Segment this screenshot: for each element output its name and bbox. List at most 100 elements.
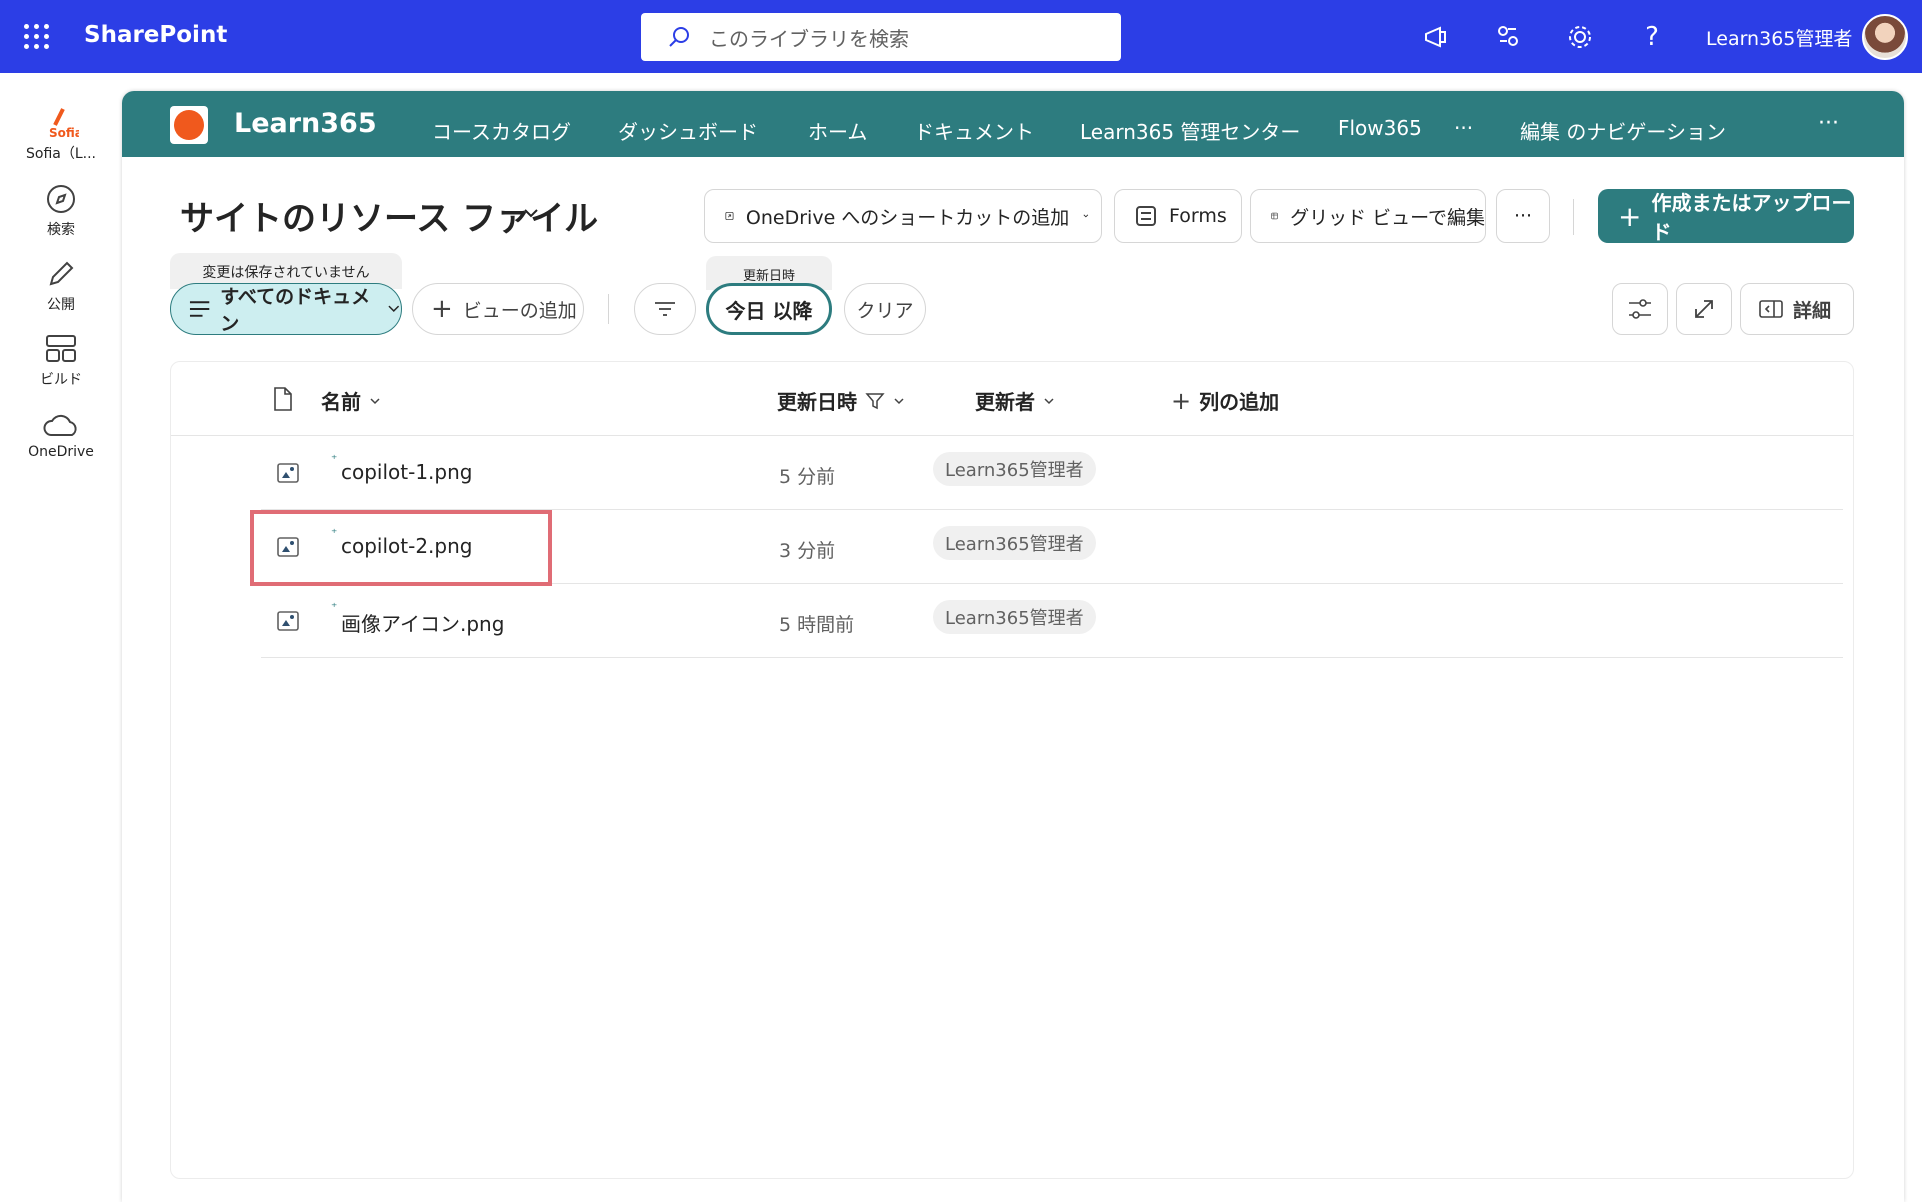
plus-icon: + (431, 294, 453, 324)
sofia-logo-text: Sofia (49, 126, 79, 139)
nav-more-icon[interactable]: ··· (1454, 116, 1473, 140)
chevron-down-icon (1044, 397, 1054, 404)
modified-date: 3 分前 (779, 540, 836, 562)
plus-icon: + (1171, 386, 1192, 415)
modified-by-persona[interactable]: Learn365管理者 (933, 526, 1096, 560)
view-selector[interactable]: すべてのドキュメン (170, 283, 402, 335)
list-header: 名前 更新日時 更新者 + 列の追加 (171, 362, 1853, 436)
gear-icon[interactable] (1560, 18, 1600, 56)
file-name-link[interactable]: copilot-2.png (341, 534, 472, 558)
column-header-modified[interactable]: 更新日時 (777, 386, 905, 415)
add-column-label: 列の追加 (1199, 390, 1280, 414)
build-icon (46, 335, 76, 362)
megaphone-icon[interactable] (1416, 18, 1456, 56)
suite-bar: SharePoint このライブラリを検索 ? Learn365管理者 (0, 0, 1922, 73)
chevron-down-icon (370, 397, 380, 404)
add-column-button[interactable]: + 列の追加 (1171, 386, 1279, 415)
forms-icon (1136, 206, 1156, 226)
rail-label: 検索 (47, 222, 75, 238)
document-list: 名前 更新日時 更新者 + 列の追加 ⁺ copilot-1.png 5 分前 … (170, 361, 1854, 1179)
site-logo[interactable] (170, 106, 208, 144)
app-name[interactable]: SharePoint (84, 22, 227, 48)
sliders-icon (1629, 299, 1651, 319)
details-pane-icon (1759, 300, 1783, 318)
image-file-icon (277, 611, 299, 631)
active-filter-pill[interactable]: 今日 以降 (706, 283, 832, 335)
shortcut-icon (725, 211, 734, 221)
details-button[interactable]: 詳細 (1740, 283, 1854, 335)
file-type-icon[interactable] (273, 386, 293, 412)
filter-button[interactable] (634, 283, 696, 335)
rail-label: ビルド (40, 372, 82, 388)
nav-item-flow365[interactable]: Flow365 (1338, 116, 1422, 140)
search-input[interactable]: このライブラリを検索 (641, 13, 1121, 61)
create-upload-label: 作成またはアップロード (1651, 191, 1852, 244)
filter-icon (865, 392, 885, 409)
check-logo-icon (174, 110, 204, 140)
file-name-link[interactable]: 画像アイコン.png (341, 608, 504, 637)
nav-item-edit-navigation[interactable]: 編集 のナビゲーション (1520, 116, 1726, 145)
clear-filter-button[interactable]: クリア (844, 283, 926, 335)
rail-item-build[interactable]: ビルド (0, 333, 122, 389)
customize-button[interactable] (1612, 283, 1668, 335)
new-item-icon: ⁺ (331, 526, 338, 540)
more-options-button[interactable]: ··· (1496, 189, 1550, 243)
rail-item-onedrive[interactable]: OneDrive (0, 410, 122, 460)
nav-item-dashboard[interactable]: ダッシュボード (618, 116, 758, 145)
sofia-logo-icon: Sofia (49, 108, 79, 139)
chevron-down-icon (1083, 214, 1089, 218)
file-name-link[interactable]: copilot-1.png (341, 460, 472, 484)
user-name[interactable]: Learn365管理者 (1706, 24, 1852, 51)
add-view-label: ビューの追加 (462, 299, 577, 322)
rail-label: 公開 (47, 297, 75, 313)
more-icon: ··· (1513, 205, 1533, 227)
rail-item-publish[interactable]: 公開 (0, 258, 122, 314)
toolbar-divider (1573, 199, 1574, 235)
expand-icon (1695, 300, 1713, 318)
nav-item-home[interactable]: ホーム (808, 116, 867, 145)
site-title[interactable]: Learn365 (234, 108, 377, 139)
modified-by-persona[interactable]: Learn365管理者 (933, 452, 1096, 486)
column-header-name[interactable]: 名前 (321, 386, 381, 415)
forms-button[interactable]: Forms (1114, 189, 1242, 243)
pen-icon (49, 261, 74, 286)
modified-by-persona[interactable]: Learn365管理者 (933, 600, 1096, 634)
add-shortcut-label: OneDrive へのショートカットの追加 (745, 206, 1070, 229)
rail-label: Sofia（L... (26, 146, 96, 162)
column-modified-by-label: 更新者 (975, 390, 1035, 414)
table-icon (1271, 212, 1278, 220)
site-header: Learn365 コースカタログ ダッシュボード ホーム ドキュメント Lear… (122, 91, 1904, 157)
app-bar: Sofia Sofia（L... 検索 公開 ビルド OneDrive (0, 73, 122, 1202)
add-shortcut-button[interactable]: OneDrive へのショートカットの追加 (704, 189, 1102, 243)
modified-date: 5 分前 (779, 466, 836, 488)
filter-divider (608, 294, 609, 324)
current-view-label: すべてのドキュメン (220, 286, 371, 335)
nav-item-course-catalog[interactable]: コースカタログ (432, 116, 571, 145)
chevron-down-icon (388, 305, 400, 312)
table-row[interactable]: ⁺ 画像アイコン.png 5 時間前 Learn365管理者 (261, 584, 1843, 658)
create-upload-button[interactable]: + 作成またはアップロード (1598, 189, 1854, 244)
share-icon[interactable] (1488, 18, 1528, 56)
app-launcher-icon[interactable] (24, 24, 50, 50)
add-view-button[interactable]: + ビューの追加 (412, 283, 584, 335)
expand-button[interactable] (1676, 283, 1732, 335)
grid-view-edit-label: グリッド ビューで編集 (1290, 206, 1485, 229)
grid-view-edit-button[interactable]: グリッド ビューで編集 (1250, 189, 1486, 243)
rail-item-sofia[interactable]: Sofia Sofia（L... (0, 107, 122, 163)
table-row[interactable]: ⁺ copilot-2.png 3 分前 Learn365管理者 (261, 510, 1843, 584)
details-label: 詳細 (1793, 299, 1832, 322)
rail-item-search[interactable]: 検索 (0, 183, 122, 239)
search-icon (669, 27, 689, 47)
table-row[interactable]: ⁺ copilot-1.png 5 分前 Learn365管理者 (261, 436, 1843, 510)
site-more-icon[interactable]: ··· (1818, 111, 1839, 136)
rail-label: OneDrive (28, 444, 94, 460)
column-name-label: 名前 (321, 390, 361, 414)
forms-label: Forms (1169, 205, 1227, 227)
nav-item-admin-center[interactable]: Learn365 管理センター (1080, 116, 1300, 145)
nav-item-documents[interactable]: ドキュメント (914, 116, 1034, 145)
compass-icon (47, 185, 75, 213)
column-header-modified-by[interactable]: 更新者 (975, 386, 1055, 415)
avatar[interactable] (1862, 14, 1908, 60)
chevron-down-icon[interactable] (522, 207, 540, 219)
help-icon[interactable]: ? (1632, 18, 1672, 56)
